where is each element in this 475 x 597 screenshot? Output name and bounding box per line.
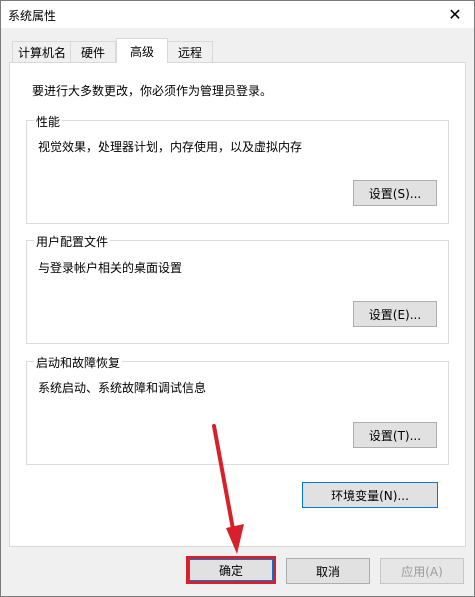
ok-button[interactable]: 确定 (186, 556, 276, 584)
tab-hardware[interactable]: 硬件 (70, 41, 116, 62)
tab-advanced[interactable]: 高级 (116, 38, 168, 63)
apply-button[interactable]: 应用(A) (380, 558, 464, 584)
startup-recovery-settings-button[interactable]: 设置(T)... (353, 422, 437, 448)
startup-recovery-description: 系统启动、系统故障和调试信息 (38, 381, 207, 395)
user-profile-group (26, 240, 449, 344)
cancel-button[interactable]: 取消 (286, 558, 370, 584)
environment-variables-button[interactable]: 环境变量(N)... (302, 482, 438, 508)
red-arrow-annotation (212, 424, 244, 554)
window-title: 系统属性 (8, 9, 57, 23)
close-icon[interactable]: ✕ (443, 2, 467, 26)
performance-group-title: 性能 (34, 113, 63, 130)
admin-notice: 要进行大多数更改，你必须作为管理员登录。 (32, 84, 273, 98)
performance-settings-button[interactable]: 设置(S)... (353, 180, 437, 206)
performance-group (26, 120, 449, 224)
tab-remote[interactable]: 远程 (167, 41, 213, 62)
title-bar: 系统属性 ✕ (0, 0, 475, 28)
user-profile-settings-button[interactable]: 设置(E)... (353, 301, 437, 327)
tab-computer-name[interactable]: 计算机名 (12, 41, 72, 62)
user-profile-description: 与登录帐户相关的桌面设置 (38, 261, 183, 275)
startup-recovery-group-title: 启动和故障恢复 (34, 354, 123, 371)
performance-description: 视觉效果，处理器计划，内存使用，以及虚拟内存 (38, 140, 303, 154)
user-profile-group-title: 用户配置文件 (34, 233, 111, 250)
